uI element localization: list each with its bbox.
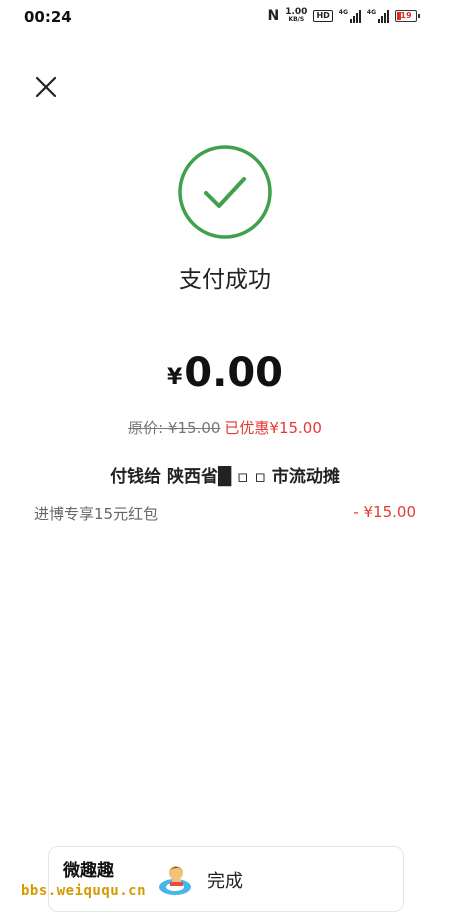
coupon-row: 进博专享15元红包 - ¥15.00	[34, 503, 416, 524]
payee-name: 付钱给 陕西省█ ▫ ▫ 市流动摊	[110, 467, 340, 487]
coupon-value: - ¥15.00	[353, 503, 416, 521]
coupon-name: 进博专享15元红包	[34, 505, 159, 523]
price-line: 原价: ¥15.00 已优惠¥15.00	[0, 417, 450, 438]
signal-icon: 4G	[367, 9, 389, 23]
amount-value: 0.00	[184, 350, 283, 396]
watermark-title: 微趣趣	[63, 861, 114, 881]
watermark-url: bbs.weiququ.cn	[21, 883, 147, 899]
original-price: 原价: ¥15.00	[128, 419, 221, 437]
paid-amount: ¥0.00	[0, 350, 450, 396]
signal-tag: 4G	[366, 8, 376, 16]
net-speed-value: 1.00	[285, 7, 308, 17]
swimmer-icon	[159, 866, 191, 895]
hd-icon: HD	[313, 9, 333, 22]
currency-symbol: ¥	[166, 365, 183, 390]
status-time: 00:24	[24, 8, 72, 26]
battery-icon: 19	[395, 9, 420, 22]
done-label: 完成	[207, 871, 243, 892]
status-icons: N 1.00 KB/S HD 4G 4G 19	[267, 7, 420, 24]
net-speed: 1.00 KB/S	[285, 7, 308, 24]
signal-icon: 4G	[339, 9, 361, 23]
check-circle-icon	[177, 144, 273, 240]
battery-level: 19	[400, 10, 412, 20]
net-speed-unit: KB/S	[288, 16, 305, 23]
done-button[interactable]: 微趣趣 bbs.weiququ.cn 完成	[21, 846, 404, 912]
status-bar: 00:24 N 1.00 KB/S HD 4G 4G 19	[0, 0, 450, 34]
nfc-icon: N	[267, 7, 280, 24]
close-button[interactable]	[34, 75, 58, 99]
close-icon	[35, 76, 57, 98]
signal-tag: 4G	[338, 8, 348, 16]
payment-success-title: 支付成功	[179, 267, 271, 293]
discount-amount: 已优惠¥15.00	[224, 419, 322, 437]
